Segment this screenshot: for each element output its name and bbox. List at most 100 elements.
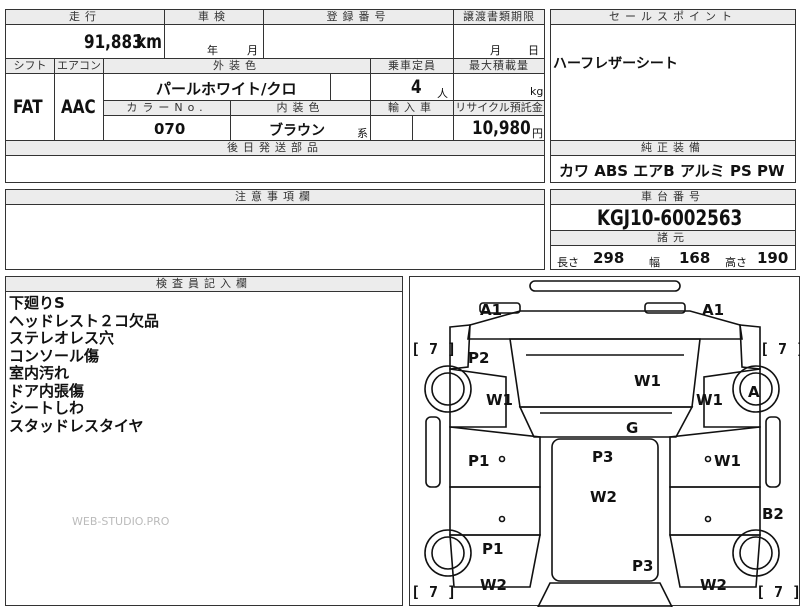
mark-7-top-left: [ 7 ] <box>411 340 457 358</box>
color-no-cell: 070 <box>103 115 231 141</box>
recycle-unit: 円 <box>532 127 543 140</box>
sales-point-header: セールスポイント <box>550 9 796 25</box>
shift-value: FAT <box>13 96 43 118</box>
later-parts-header: 後日発送部品 <box>5 140 545 156</box>
sales-point-text: ハーフレザーシート <box>553 56 678 72</box>
sales-point-cell: ハーフレザーシート <box>550 24 796 141</box>
max-load-header: 最大積載量 <box>453 58 545 74</box>
width-label: 幅 <box>649 256 660 269</box>
mark-w1-left: W1 <box>486 391 513 409</box>
dimensions-header: 諸元 <box>550 230 796 246</box>
exterior-color-value: パールホワイト/クロ <box>156 80 297 98</box>
car-outline <box>424 280 781 607</box>
shaken-cell: 年 月 <box>164 24 264 59</box>
transfer-day: 日 <box>528 44 539 57</box>
mark-w2-left: W2 <box>480 576 507 594</box>
import-cell-left <box>370 115 413 141</box>
mark-w2-roof: W2 <box>590 488 617 506</box>
mark-7-bottom-left: [ 7 ] <box>411 583 457 601</box>
exterior-color-cell: パールホワイト/クロ <box>103 73 331 101</box>
chassis-header: 車台番号 <box>550 189 796 205</box>
width-value: 168 <box>679 249 711 267</box>
max-load-unit: kg <box>530 85 544 98</box>
mileage-unit: km <box>136 31 162 53</box>
capacity-cell: 4 人 <box>370 73 454 101</box>
mileage-header: 走行 <box>5 9 165 25</box>
interior-color-cell: ブラウン 系 <box>230 115 371 141</box>
interior-color-suffix: 系 <box>357 127 368 140</box>
exterior-color-suffix-cell <box>330 73 371 101</box>
registration-cell <box>263 24 454 59</box>
inspector-cell: 下廻りS ヘッドレスト２コ欠品 ステレオレス穴 コンソール傷 室内汚れ ドア内張… <box>5 291 403 606</box>
inspector-line: シートしわ <box>9 399 85 417</box>
inspector-lines: 下廻りS ヘッドレスト２コ欠品 ステレオレス穴 コンソール傷 室内汚れ ドア内張… <box>9 294 160 435</box>
inspector-line: 下廻りS <box>9 294 65 312</box>
interior-color-header: 内装色 <box>230 100 371 116</box>
mark-b2: B2 <box>762 505 784 523</box>
mark-g-glass: G <box>626 419 639 437</box>
capacity-value: 4 <box>411 76 422 98</box>
mark-w1-hood: W1 <box>634 372 661 390</box>
mark-7-top-right: [ 7 ] <box>760 340 800 358</box>
chassis-cell: KGJ10-6002563 <box>550 204 796 231</box>
length-label: 長さ <box>557 256 579 269</box>
shaken-header: 車検 <box>164 9 264 25</box>
aircon-cell: AAC <box>54 73 104 141</box>
mark-a-tire: A <box>748 383 760 401</box>
recycle-cell: 10,980 円 <box>453 115 545 141</box>
registration-header: 登録番号 <box>263 9 454 25</box>
exterior-color-header: 外装色 <box>103 58 371 74</box>
chassis-value: KGJ10-6002563 <box>597 206 743 230</box>
height-value: 190 <box>757 249 789 267</box>
later-parts-cell <box>5 155 545 183</box>
color-no-header: カラーNo. <box>103 100 231 116</box>
mileage-value: 91,883 <box>84 31 143 53</box>
shift-header: シフト <box>5 58 55 74</box>
capacity-unit: 人 <box>437 87 448 100</box>
aircon-value: AAC <box>61 96 96 118</box>
mark-p2: P2 <box>468 349 490 367</box>
inspector-line: ステレオレス穴 <box>9 329 115 347</box>
shaken-year: 年 <box>207 44 218 57</box>
color-no-value: 070 <box>154 120 186 138</box>
inspector-line: 室内汚れ <box>9 364 70 382</box>
import-header: 輸入車 <box>370 100 454 116</box>
standard-equipment-header: 純正装備 <box>550 140 796 156</box>
mark-w2-right: W2 <box>700 576 727 594</box>
transfer-deadline-header: 譲渡書類期限 <box>453 9 545 25</box>
mark-7-bottom-right: [ 7 ] <box>756 583 800 601</box>
notes-header: 注意事項欄 <box>5 189 545 205</box>
shaken-month: 月 <box>247 44 258 57</box>
recycle-header: リサイクル預託金 <box>453 100 545 116</box>
aircon-header: エアコン <box>54 58 104 74</box>
mark-p1-rear: P1 <box>482 540 504 558</box>
inspector-line: ヘッドレスト２コ欠品 <box>9 311 160 330</box>
mark-a1-left: A1 <box>480 301 503 319</box>
transfer-month: 月 <box>490 44 501 57</box>
shift-cell: FAT <box>5 73 55 141</box>
standard-equipment-cell: カワ ABS エアB アルミ PS PW <box>550 155 796 183</box>
length-value: 298 <box>593 249 625 267</box>
notes-cell <box>5 204 545 270</box>
mark-a1-right: A1 <box>702 301 725 319</box>
mark-w1-rear-door: W1 <box>714 452 741 470</box>
mark-w1-right: W1 <box>696 391 723 409</box>
inspector-header: 検査員記入欄 <box>5 276 403 292</box>
inspector-line: ドア内張傷 <box>9 381 85 400</box>
dimensions-cell: 長さ 298 幅 168 高さ 190 <box>550 245 796 270</box>
mark-p3-rear: P3 <box>632 557 654 575</box>
car-diagram: A1 A1 [ 7 ] [ 7 ] P2 W1 W1 W1 A G P1 P3 … <box>409 276 800 607</box>
mileage-cell: 91,883 km <box>5 24 165 59</box>
transfer-cell: 月 日 <box>453 24 545 59</box>
watermark: WEB-STUDIO.PRO <box>72 515 170 528</box>
standard-equipment-text: カワ ABS エアB アルミ PS PW <box>559 162 785 180</box>
recycle-value: 10,980 <box>472 117 531 139</box>
mark-p3-roof: P3 <box>592 448 614 466</box>
import-cell-right <box>412 115 454 141</box>
max-load-cell: kg <box>453 73 545 101</box>
mark-p1-left: P1 <box>468 452 490 470</box>
height-label: 高さ <box>725 256 747 269</box>
inspector-line: スタッドレスタイヤ <box>9 416 144 435</box>
inspector-line: コンソール傷 <box>9 346 100 365</box>
capacity-header: 乗車定員 <box>370 58 454 74</box>
